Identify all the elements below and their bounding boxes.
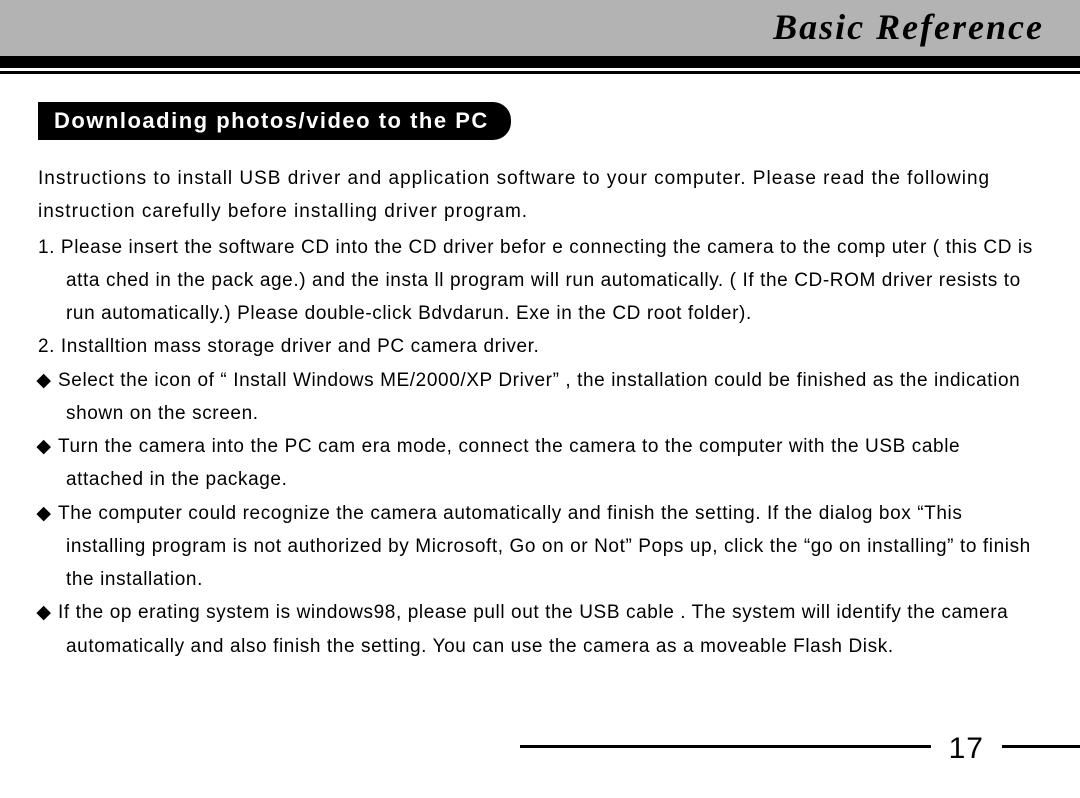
bullet-text: Select the icon of “ Install Windows ME/…	[58, 370, 1020, 424]
header-rules	[0, 56, 1080, 74]
diamond-icon: ◆	[48, 364, 58, 397]
bullet-text: Turn the camera into the PC cam era mode…	[58, 436, 960, 490]
diamond-icon: ◆	[48, 430, 58, 463]
section-title: Downloading photos/video to the PC	[38, 102, 511, 140]
header-title: Basic Reference	[773, 6, 1044, 48]
list-item-2: 2. Installtion mass storage driver and P…	[38, 330, 1042, 363]
bullet-item-4: ◆If the op erating system is windows98, …	[38, 596, 1042, 663]
list-item-1: 1. Please insert the software CD into th…	[38, 231, 1042, 331]
bullet-text: If the op erating system is windows98, p…	[58, 602, 1008, 656]
diamond-icon: ◆	[48, 596, 58, 629]
bullet-item-2: ◆Turn the camera into the PC cam era mod…	[38, 430, 1042, 497]
page-content: Downloading photos/video to the PC Instr…	[0, 74, 1080, 663]
intro-paragraph: Instructions to install USB driver and a…	[38, 162, 1042, 229]
header-bar: Basic Reference	[0, 0, 1080, 56]
diamond-icon: ◆	[48, 497, 58, 530]
rule-thick	[0, 56, 1080, 68]
page-number: 17	[949, 732, 984, 765]
bullet-item-1: ◆Select the icon of “ Install Windows ME…	[38, 364, 1042, 431]
page-number-box: 17	[931, 732, 1002, 766]
bullet-text: The computer could recognize the camera …	[58, 503, 1031, 591]
bullet-item-3: ◆The computer could recognize the camera…	[38, 497, 1042, 597]
